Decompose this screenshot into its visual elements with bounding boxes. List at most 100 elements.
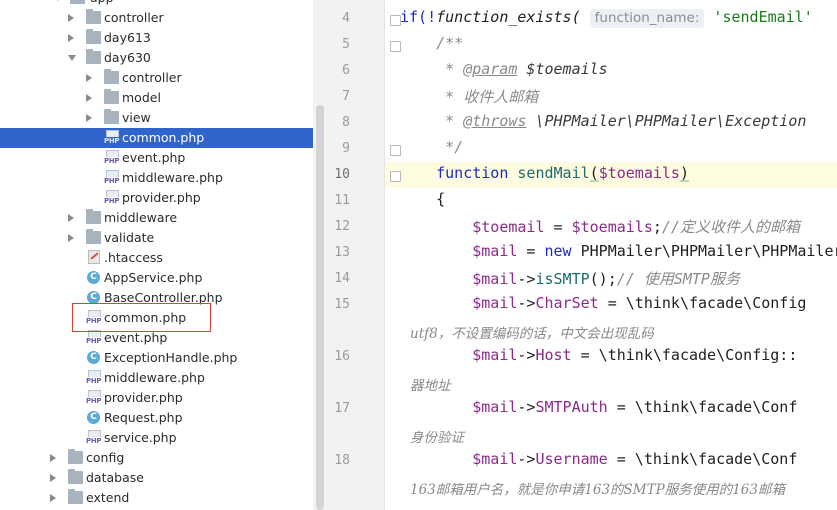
php-file-icon: PHP [104,130,120,146]
tree-item-label: service.php [104,430,177,445]
tree-item-validate[interactable]: validate [0,228,313,248]
tree-item-label: day630 [104,50,151,65]
tree-item-exceptionhandle[interactable]: C ExceptionHandle.php [0,348,313,368]
php-file-icon: PHP [86,370,102,386]
tree-item-htaccess[interactable]: .htaccess [0,248,313,268]
tree-scrollbar-thumb[interactable] [316,105,324,510]
code-line-4: if(!function_exists( function_name: 'sen… [400,8,813,28]
tree-item-database[interactable]: database [0,468,313,488]
code-line-12: $toemail = $toemails;//定义收件人的邮箱 [400,218,800,236]
tree-item-app-provider-php[interactable]: PHP provider.php [0,388,313,408]
line-number: 5 [342,37,350,52]
tree-item-label: provider.php [104,390,183,405]
chevron-right-icon[interactable] [50,474,56,482]
code-line-5: /** [400,34,464,52]
code-line-15-wrapped-comment: utf8，不设置编码的话，中文会出现乱码 [410,326,654,342]
php-file-icon: PHP [86,330,102,346]
line-number: 15 [334,297,350,312]
code-line-8: * @throws \PHPMailer\PHPMailer\Exception [400,112,807,130]
tree-item-label: event.php [104,330,168,345]
line-number: 9 [342,141,350,156]
folder-icon [68,449,83,464]
tree-item-label: middleware.php [122,170,223,185]
line-number: 18 [334,453,350,468]
folder-icon [70,0,85,4]
code-editor[interactable]: 4 5 6 7 8 9 10 11 12 13 14 15 16 17 18 i… [326,0,837,510]
code-line-9: */ [400,138,464,156]
code-line-18-wrapped-comment: 163邮箱用户名，就是你申请163的SMTP服务使用的163邮箱 [410,482,785,498]
code-line-7: * 收件人邮箱 [400,88,539,106]
php-file-icon: PHP [104,190,120,206]
tree-item-label: .htaccess [104,250,163,265]
folder-icon [86,49,101,64]
tree-item-label: middleware.php [104,370,205,385]
chevron-right-icon[interactable] [86,74,92,82]
tree-item-label: controller [104,10,164,25]
chevron-right-icon[interactable] [86,114,92,122]
line-number: 4 [342,11,350,26]
line-number-current: 10 [334,167,350,182]
folder-icon [86,209,101,224]
chevron-down-icon[interactable] [68,55,76,61]
line-number: 8 [342,115,350,130]
tree-item-label: database [86,470,144,485]
tree-item-day630[interactable]: day630 [0,48,313,68]
folder-icon [104,89,119,104]
chevron-right-icon[interactable] [68,214,74,222]
folder-icon [86,29,101,44]
tree-item-common-php-selected[interactable]: PHP common.php [0,128,313,148]
folder-icon [86,9,101,24]
tree-item-middleware-php[interactable]: PHP middleware.php [0,168,313,188]
chevron-right-icon[interactable] [50,494,56,502]
code-line-18: $mail->Username = \think\facade\Conf [400,450,798,468]
tree-item-label: view [122,110,151,125]
tree-item-label: controller [122,70,182,85]
tree-item-label: extend [86,490,130,505]
tree-item-day613[interactable]: day613 [0,28,313,48]
tree-item-controller[interactable]: controller [0,8,313,28]
line-number: 11 [334,193,350,208]
code-line-17: $mail->SMTPAuth = \think\facade\Conf [400,398,798,416]
php-file-icon: PHP [86,390,102,406]
code-line-6: * @param $toemails [400,60,608,78]
chevron-right-icon[interactable] [68,14,74,22]
class-icon: C [87,411,100,424]
php-file-icon: PHP [104,150,120,166]
tree-item-app-middleware-php[interactable]: PHP middleware.php [0,368,313,388]
tree-item-label: model [122,90,161,105]
tree-item-day630-controller[interactable]: controller [0,68,313,88]
line-number: 16 [334,349,350,364]
tree-item-label: validate [104,230,155,245]
class-icon: C [87,271,100,284]
project-tree: app controller day613 day630 controller … [0,0,313,510]
tree-item-provider-php[interactable]: PHP provider.php [0,188,313,208]
line-number-gutter: 4 5 6 7 8 9 10 11 12 13 14 15 16 17 18 [326,0,385,510]
code-line-15: $mail->CharSet = \think\facade\Config [400,294,807,312]
tree-item-event-php[interactable]: PHP event.php [0,148,313,168]
code-line-13: $mail = new PHPMailer\PHPMailer\PHPMaile… [400,242,837,260]
tree-item-label: common.php [122,130,205,145]
line-number: 7 [342,89,350,104]
tree-item-app[interactable]: app [0,0,313,8]
tree-item-model[interactable]: model [0,88,313,108]
chevron-right-icon[interactable] [68,34,74,42]
chevron-right-icon[interactable] [86,94,92,102]
tree-item-label: middleware [104,210,178,225]
tree-item-label: ExceptionHandle.php [104,350,238,365]
tree-item-request[interactable]: C Request.php [0,408,313,428]
tree-item-appservice[interactable]: C AppService.php [0,268,313,288]
code-line-14: $mail->isSMTP();// 使用SMTP服务 [400,270,740,288]
tree-item-label: day613 [104,30,151,45]
tree-item-config[interactable]: config [0,448,313,468]
chevron-right-icon[interactable] [68,234,74,242]
tree-item-service-php[interactable]: PHP service.php [0,428,313,448]
tree-item-label: provider.php [122,190,201,205]
chevron-right-icon[interactable] [50,454,56,462]
chevron-down-icon[interactable] [54,0,62,1]
tree-item-middleware[interactable]: middleware [0,208,313,228]
parameter-hint: function_name: [589,9,705,28]
tree-item-label: AppService.php [104,270,203,285]
tree-item-view[interactable]: view [0,108,313,128]
tree-item-extend[interactable]: extend [0,488,313,508]
code-line-10: function sendMail($toemails) [400,164,689,182]
